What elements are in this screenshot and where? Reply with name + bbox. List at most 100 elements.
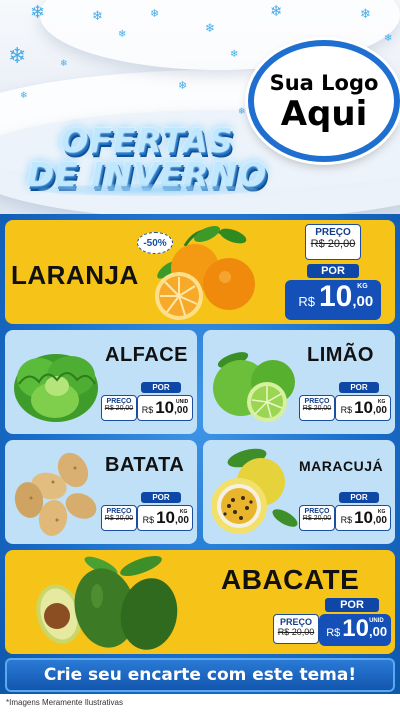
old-price-box: PREÇO R$ 20,00 <box>101 505 137 531</box>
price-decimal: ,00 <box>373 515 387 526</box>
snowflake-icon: ❄ <box>92 9 103 24</box>
passion-fruit-image <box>211 448 298 534</box>
por-label: POR <box>339 492 379 503</box>
old-price-label: PREÇO <box>279 617 312 627</box>
snowflake-icon: ❄ <box>270 2 283 20</box>
lettuce-image <box>14 354 98 422</box>
potato-image <box>14 452 97 536</box>
product-name: LIMÃO <box>307 344 374 366</box>
old-price-value: R$ 20,00 <box>104 515 134 522</box>
old-price-label: PREÇO <box>315 227 351 238</box>
snowflake-icon: ❄ <box>238 107 246 117</box>
old-price-box: PREÇO R$ 20,00 <box>273 614 319 644</box>
product-card-maracuja[interactable]: MARACUJÁ POR PREÇO R$ 20,00 R$ 10 ,00 KG <box>203 440 395 544</box>
currency-label: R$ <box>340 515 353 525</box>
snowflake-icon: ❄ <box>178 79 188 92</box>
old-price-label: PREÇO <box>304 398 330 405</box>
new-price-box: R$ 10 ,00 KG <box>137 505 193 531</box>
snowflake-icon: ❄ <box>8 44 27 69</box>
old-price-value: R$ 20,00 <box>302 405 332 412</box>
old-price-label: PREÇO <box>106 508 132 515</box>
currency-label: R$ <box>326 627 341 639</box>
new-price-box: R$ 10 ,00 UNID <box>137 395 193 421</box>
product-card-laranja[interactable]: LARANJA PREÇO R$ 20,00 POR R$ 10 ,00 KG <box>5 220 395 324</box>
price-integer: 10 <box>354 508 374 527</box>
price-tag: POR PREÇO R$ 20,00 R$ 10 ,00 UNID <box>101 382 195 430</box>
old-price-box: PREÇO R$ 20,00 <box>299 395 335 421</box>
snowflake-icon: ❄ <box>230 49 239 60</box>
unit-label: KG <box>377 399 386 405</box>
old-price-box: PREÇO R$ 20,00 <box>101 395 137 421</box>
por-label: POR <box>307 264 359 278</box>
snowflake-icon: ❄ <box>360 7 371 22</box>
logo-text-line-1: Sua Logo <box>269 71 379 95</box>
product-card-abacate[interactable]: ABACATE POR PREÇO R$ 20,00 R$ 10 ,00 UNI… <box>5 550 395 654</box>
product-card-batata[interactable]: BATATA POR PREÇO R$ 20,00 R$ 10 ,00 KG <box>5 440 197 544</box>
avocado-image <box>36 556 178 650</box>
header-banner: ❄ ❄ ❄ ❄ ❄ ❄ ❄ ❄ ❄ ❄ ❄ ❄ ❄ ❄ OFERTAS DE I… <box>0 0 400 214</box>
snowflake-icon: ❄ <box>60 59 68 69</box>
snowflake-icon: ❄ <box>20 91 28 101</box>
unit-label: UNID <box>176 399 189 405</box>
price-integer: 10 <box>354 398 374 417</box>
new-price-box: R$ 10 ,00 KG <box>335 395 391 421</box>
product-name: LARANJA <box>11 260 139 290</box>
currency-label: R$ <box>340 405 353 415</box>
ice-shadow <box>38 184 258 196</box>
snowflake-icon: ❄ <box>150 7 160 20</box>
price-integer: 10 <box>156 508 176 527</box>
price-integer: 10 <box>342 615 369 642</box>
old-price-value: R$ 20,00 <box>310 238 356 250</box>
snowflake-icon: ❄ <box>118 29 127 40</box>
price-integer: 10 <box>155 398 175 417</box>
price-integer: 10 <box>318 280 353 313</box>
por-label: POR <box>325 598 379 612</box>
price-decimal: ,00 <box>369 624 388 639</box>
discount-badge: -50% <box>137 232 173 254</box>
lime-image <box>213 352 295 422</box>
disclaimer-text: *Imagens Meramente Ilustrativas <box>0 694 400 712</box>
price-decimal: ,00 <box>175 515 189 526</box>
old-price-value: R$ 20,00 <box>104 405 134 412</box>
por-label: POR <box>339 382 379 393</box>
price-decimal: ,00 <box>373 405 387 416</box>
product-name: BATATA <box>105 454 185 476</box>
product-card-limao[interactable]: LIMÃO POR PREÇO R$ 20,00 R$ 10 ,00 KG <box>203 330 395 434</box>
old-price-value: R$ 20,00 <box>302 515 332 522</box>
new-price-box: R$ 10 ,00 KG <box>335 505 391 531</box>
snowflake-icon: ❄ <box>30 2 46 23</box>
logo-text-line-2: Aqui <box>280 94 368 134</box>
price-decimal: ,00 <box>174 405 189 416</box>
logo-placeholder[interactable]: Sua Logo Aqui <box>248 40 400 162</box>
product-name: MARACUJÁ <box>299 458 384 474</box>
price-tag: POR PREÇO R$ 20,00 R$ 10 ,00 KG <box>299 492 393 540</box>
old-price-label: PREÇO <box>106 398 132 405</box>
por-label: POR <box>141 492 181 503</box>
unit-label: UNID <box>369 618 384 624</box>
old-price-value: R$ 20,00 <box>277 627 315 637</box>
price-tag: PREÇO R$ 20,00 POR R$ 10 ,00 KG <box>281 224 391 322</box>
new-price-box: R$ 10 ,00 KG <box>285 280 381 320</box>
por-label: POR <box>141 382 181 393</box>
currency-label: R$ <box>142 515 155 525</box>
snowflake-icon: ❄ <box>205 21 216 35</box>
old-price-box: PREÇO R$ 20,00 <box>299 505 335 531</box>
old-price-box: PREÇO R$ 20,00 <box>305 224 361 260</box>
product-name: ABACATE <box>221 564 360 595</box>
product-card-alface[interactable]: ALFACE POR PREÇO R$ 20,00 R$ 10 ,00 UNID <box>5 330 197 434</box>
winter-offers-title: OFERTAS DE INVERNO <box>22 124 272 202</box>
unit-label: KG <box>179 509 188 515</box>
currency-label: R$ <box>141 405 154 415</box>
old-price-label: PREÇO <box>304 508 330 515</box>
unit-label: KG <box>377 509 386 515</box>
unit-label: KG <box>357 283 368 290</box>
price-tag: POR PREÇO R$ 20,00 R$ 10 ,00 UNID <box>273 598 393 652</box>
title-line-1: OFERTAS <box>60 121 234 160</box>
new-price-box: R$ 10 ,00 UNID <box>319 614 391 646</box>
create-flyer-banner[interactable]: Crie seu encarte com este tema! <box>5 658 395 692</box>
currency-label: R$ <box>298 294 315 309</box>
price-tag: POR PREÇO R$ 20,00 R$ 10 ,00 KG <box>101 492 195 540</box>
price-tag: POR PREÇO R$ 20,00 R$ 10 ,00 KG <box>299 382 393 430</box>
product-name: ALFACE <box>105 344 188 366</box>
price-decimal: ,00 <box>352 293 374 310</box>
